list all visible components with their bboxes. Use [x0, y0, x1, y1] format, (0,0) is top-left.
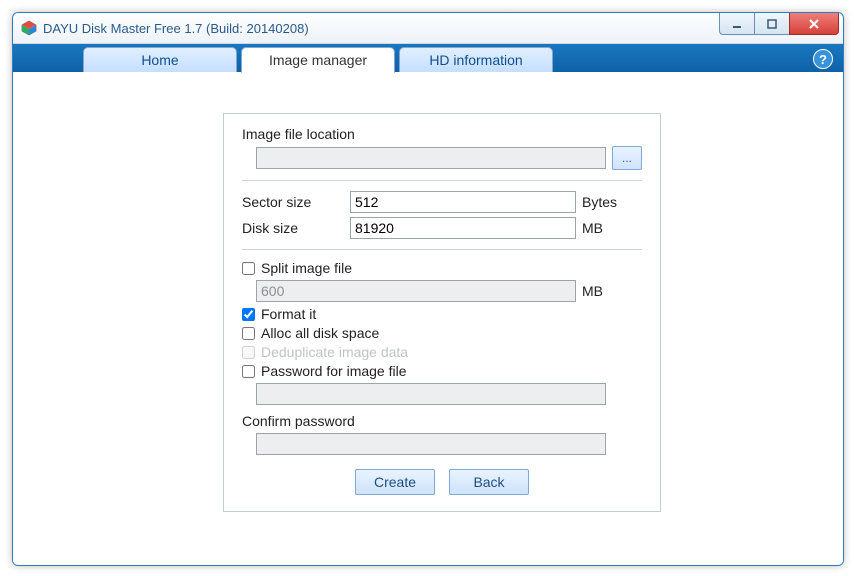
disk-size-input[interactable]: [350, 217, 576, 239]
sector-size-label: Sector size: [242, 194, 350, 210]
divider: [242, 180, 642, 181]
dedup-checkbox: [242, 346, 255, 359]
maximize-button[interactable]: [754, 12, 790, 35]
tab-hd-information[interactable]: HD information: [399, 47, 553, 72]
create-button[interactable]: Create: [355, 469, 435, 495]
alloc-label: Alloc all disk space: [261, 325, 379, 341]
minimize-icon: [731, 18, 743, 30]
confirm-password-label: Confirm password: [242, 413, 642, 429]
disk-size-unit: MB: [582, 220, 626, 236]
maximize-icon: [766, 18, 778, 30]
split-image-label: Split image file: [261, 260, 352, 276]
image-location-label: Image file location: [242, 126, 642, 142]
sector-size-unit: Bytes: [582, 194, 626, 210]
disk-size-label: Disk size: [242, 220, 350, 236]
app-window: DAYU Disk Master Free 1.7 (Build: 201402…: [12, 12, 844, 566]
password-checkbox[interactable]: [242, 365, 255, 378]
tabbar: Home Image manager HD information ?: [13, 44, 843, 72]
help-icon[interactable]: ?: [813, 49, 833, 69]
password-input[interactable]: [256, 383, 606, 405]
close-button[interactable]: [789, 12, 839, 35]
dedup-label: Deduplicate image data: [261, 344, 408, 360]
minimize-button[interactable]: [719, 12, 755, 35]
app-icon: [21, 20, 37, 36]
content-area: Image file location ... Sector size Byte…: [13, 73, 843, 565]
format-checkbox[interactable]: [242, 308, 255, 321]
password-label: Password for image file: [261, 363, 407, 379]
split-size-unit: MB: [582, 283, 626, 299]
back-button[interactable]: Back: [449, 469, 529, 495]
confirm-password-input[interactable]: [256, 433, 606, 455]
alloc-checkbox[interactable]: [242, 327, 255, 340]
divider: [242, 249, 642, 250]
close-icon: [807, 18, 821, 30]
browse-button[interactable]: ...: [612, 146, 642, 170]
window-controls: [720, 12, 839, 35]
format-label: Format it: [261, 306, 316, 322]
image-settings-panel: Image file location ... Sector size Byte…: [223, 113, 661, 512]
split-image-checkbox[interactable]: [242, 262, 255, 275]
window-title: DAYU Disk Master Free 1.7 (Build: 201402…: [43, 21, 309, 36]
titlebar: DAYU Disk Master Free 1.7 (Build: 201402…: [13, 13, 843, 44]
image-location-input[interactable]: [256, 147, 606, 169]
tab-home[interactable]: Home: [83, 47, 237, 72]
sector-size-input[interactable]: [350, 191, 576, 213]
tab-image-manager[interactable]: Image manager: [241, 47, 395, 73]
split-size-input[interactable]: [256, 280, 576, 302]
